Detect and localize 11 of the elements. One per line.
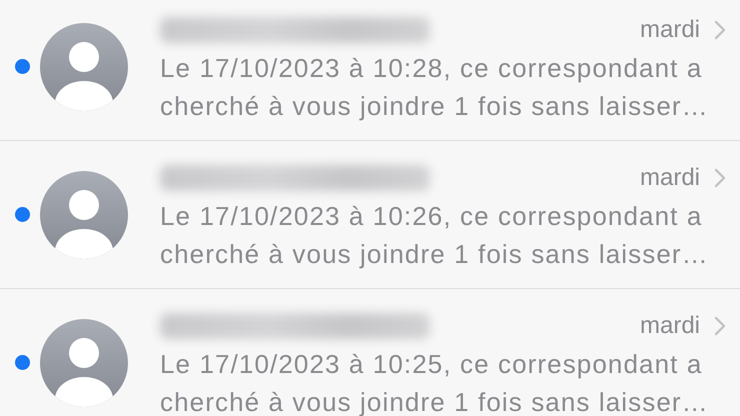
message-preview: Le 17/10/2023 à 10:26, ce correspondant a cherché à vous joindre 1 fois sans laisser… — [160, 200, 710, 271]
avatar-icon — [40, 318, 128, 406]
message-date: mardi — [640, 312, 700, 340]
message-preview: Le 17/10/2023 à 10:28, ce correspondant a cherché à vous joindre 1 fois sans laisser… — [160, 52, 710, 123]
avatar-icon — [40, 22, 128, 110]
chevron-icon — [714, 168, 726, 188]
message-date: mardi — [640, 164, 700, 192]
chevron-icon — [714, 20, 726, 40]
chevron-icon — [714, 316, 726, 336]
avatar-icon — [40, 170, 128, 258]
message-date: mardi — [640, 16, 700, 44]
